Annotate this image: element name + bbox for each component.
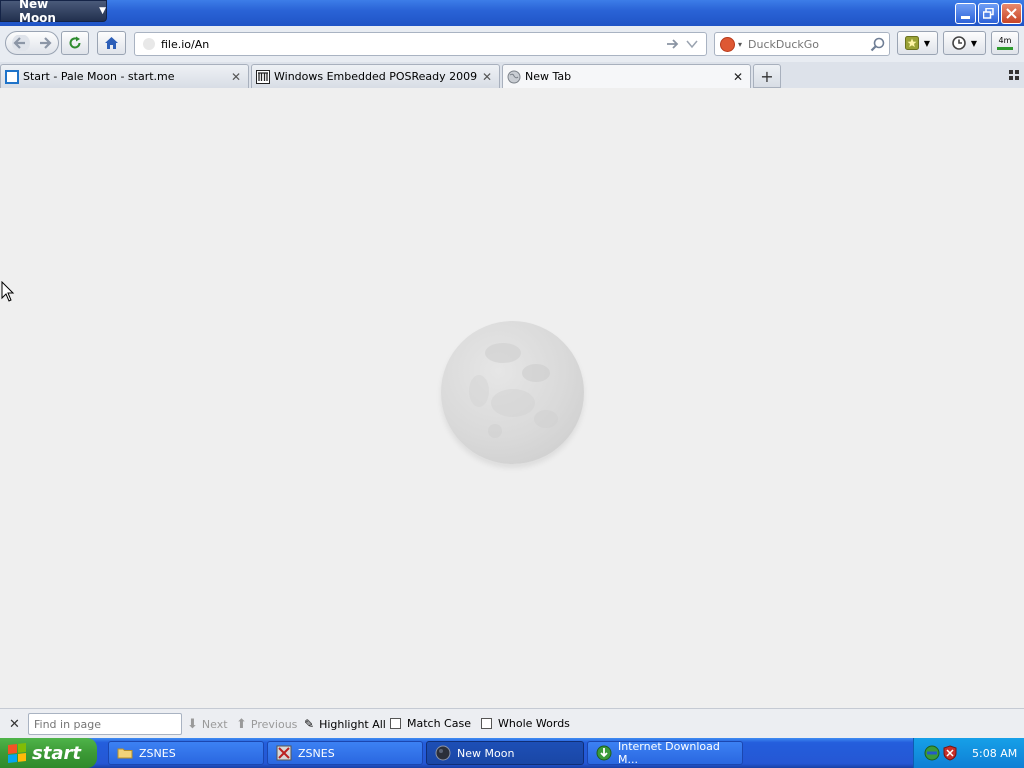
address-bar[interactable]	[134, 32, 707, 56]
minimize-button[interactable]	[955, 3, 976, 24]
tab-label: New Tab	[525, 70, 572, 83]
match-case-label: Match Case	[407, 717, 471, 730]
taskbar-item-label: Internet Download M...	[618, 740, 720, 766]
chevron-down-icon: ▼	[970, 38, 978, 48]
up-arrow-icon: ⬆	[236, 717, 247, 732]
find-previous-button[interactable]: ⬆ Previous	[236, 717, 297, 732]
find-bar: ✕ ⬇ Next ⬆ Previous ✎ Highlight All Matc…	[0, 708, 1024, 739]
downloads-badge: 4m	[998, 35, 1012, 45]
duckduckgo-icon[interactable]	[720, 36, 735, 52]
chevron-down-icon: ▼	[99, 6, 106, 16]
restore-icon	[983, 8, 994, 19]
downloads-button[interactable]: 4m	[991, 31, 1019, 55]
search-input[interactable]	[748, 37, 867, 51]
taskbar-item-label: ZSNES	[298, 746, 335, 760]
highlight-all-button[interactable]: ✎ Highlight All	[304, 717, 386, 731]
taskbar-item-label: ZSNES	[139, 746, 176, 760]
clock-icon	[952, 36, 966, 50]
taskbar-item-new-moon[interactable]: New Moon	[426, 741, 584, 765]
whole-words-checkbox[interactable]: Whole Words	[481, 717, 570, 730]
minimize-icon	[961, 16, 970, 19]
new-moon-icon	[435, 745, 451, 761]
reload-button[interactable]	[61, 31, 89, 55]
back-arrow-icon[interactable]	[12, 35, 30, 51]
navigation-toolbar: ▾ ▼ ▼ 4m	[0, 26, 1024, 63]
start-me-icon	[5, 69, 19, 84]
clock[interactable]: 5:08 AM	[972, 747, 1017, 760]
url-dropdown-icon[interactable]	[686, 39, 698, 49]
mouse-cursor-icon	[1, 281, 15, 302]
windows-logo-icon	[8, 743, 26, 763]
page-content	[0, 88, 1024, 707]
moon-texture	[469, 343, 558, 438]
find-input[interactable]	[28, 713, 182, 735]
start-button[interactable]: start	[0, 738, 97, 768]
checkbox-icon[interactable]	[481, 718, 492, 729]
highlight-all-label: Highlight All	[319, 717, 386, 731]
system-tray: 5:08 AM	[913, 738, 1024, 768]
security-shield-icon[interactable]	[943, 745, 957, 761]
back-forward-icons	[12, 35, 52, 51]
search-icon[interactable]	[870, 37, 885, 52]
new-tab-button[interactable]: +	[753, 64, 781, 88]
tab-groups-icon[interactable]	[1009, 70, 1019, 80]
taskbar-item-zsnes-folder[interactable]: ZSNES	[108, 741, 264, 765]
tab-strip: Start - Pale Moon - start.me ✕ Windows E…	[0, 62, 1024, 89]
archive-icon	[256, 69, 270, 84]
match-case-checkbox[interactable]: Match Case	[390, 717, 471, 730]
globe-icon	[507, 70, 521, 83]
idm-icon	[596, 745, 612, 761]
restore-button[interactable]	[978, 3, 999, 24]
tab-windows-embedded[interactable]: Windows Embedded POSReady 2009 and... ✕	[251, 64, 500, 88]
site-identity-icon[interactable]	[143, 38, 155, 50]
pale-moon-logo	[441, 321, 584, 464]
close-findbar-icon[interactable]: ✕	[9, 717, 20, 732]
close-tab-icon[interactable]: ✕	[730, 70, 746, 84]
find-next-label: Next	[201, 718, 228, 731]
tab-new-tab[interactable]: New Tab ✕	[502, 64, 751, 88]
reload-icon	[69, 36, 81, 49]
find-previous-label: Previous	[250, 718, 298, 731]
app-menu-button[interactable]: New Moon ▼	[0, 0, 107, 25]
idm-tray-icon[interactable]	[924, 745, 940, 761]
close-icon	[1006, 8, 1017, 19]
taskbar: start ZSNES ZSNES New Moon Internet Down…	[0, 738, 1024, 768]
downloads-indicator: 4m	[997, 35, 1013, 50]
checkbox-icon[interactable]	[390, 718, 401, 729]
back-forward-group	[5, 31, 59, 55]
bookmark-star-icon	[904, 36, 919, 50]
down-arrow-icon: ⬇	[187, 717, 198, 732]
close-tab-icon[interactable]: ✕	[479, 70, 495, 84]
chevron-down-icon: ▼	[923, 38, 931, 48]
start-label: start	[32, 742, 81, 764]
tab-start-pale-moon[interactable]: Start - Pale Moon - start.me ✕	[0, 64, 249, 88]
tab-label: Windows Embedded POSReady 2009 and...	[274, 70, 479, 83]
taskbar-item-internet-download-manager[interactable]: Internet Download M...	[587, 740, 743, 766]
app-menu-label: New Moon	[19, 0, 56, 25]
folder-icon	[117, 748, 133, 759]
url-input[interactable]	[161, 37, 666, 51]
close-tab-icon[interactable]: ✕	[228, 70, 244, 84]
search-engine-dropdown-icon[interactable]: ▾	[738, 40, 742, 49]
zsnes-icon	[276, 745, 292, 761]
home-button[interactable]	[97, 31, 126, 55]
plus-icon: +	[760, 66, 774, 86]
bookmarks-button[interactable]: ▼	[897, 31, 938, 55]
download-arrow-icon	[997, 46, 1013, 50]
whole-words-label: Whole Words	[498, 717, 570, 730]
title-bar: New Moon ▼	[0, 0, 1024, 26]
tab-label: Start - Pale Moon - start.me	[23, 70, 175, 83]
taskbar-item-label: New Moon	[457, 746, 515, 760]
taskbar-item-zsnes-app[interactable]: ZSNES	[267, 741, 423, 765]
highlighter-icon: ✎	[304, 717, 315, 731]
go-arrow-icon[interactable]	[666, 38, 680, 50]
home-icon	[105, 37, 118, 49]
search-bar[interactable]: ▾	[714, 32, 890, 56]
close-window-button[interactable]	[1001, 3, 1022, 24]
find-next-button[interactable]: ⬇ Next	[187, 717, 228, 732]
history-button[interactable]: ▼	[943, 31, 986, 55]
forward-arrow-icon[interactable]	[40, 37, 52, 49]
